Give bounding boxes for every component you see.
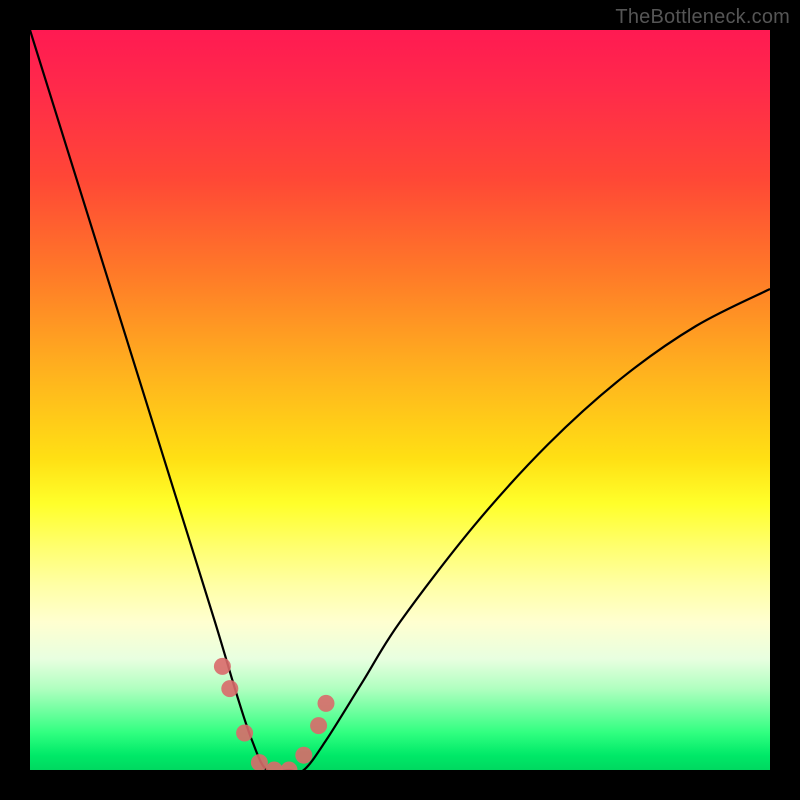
marker-point bbox=[281, 762, 298, 771]
bottleneck-curve bbox=[30, 30, 770, 770]
chart-container: TheBottleneck.com bbox=[0, 0, 800, 800]
watermark-text: TheBottleneck.com bbox=[615, 6, 790, 29]
marker-point bbox=[310, 717, 327, 734]
marker-point bbox=[295, 747, 312, 764]
marker-point bbox=[214, 658, 231, 675]
curve-svg bbox=[30, 30, 770, 770]
marker-point bbox=[318, 695, 335, 712]
marker-point bbox=[221, 680, 238, 697]
marker-point bbox=[251, 754, 268, 770]
marker-point bbox=[236, 725, 253, 742]
marker-point bbox=[266, 762, 283, 771]
plot-area bbox=[30, 30, 770, 770]
